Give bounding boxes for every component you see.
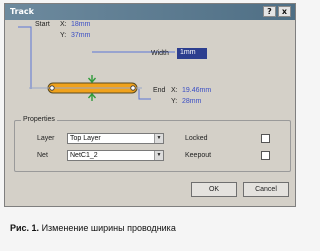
end-y-value[interactable]: 28mm	[182, 98, 201, 105]
start-x-label: X:	[60, 21, 67, 28]
end-x-value[interactable]: 19.46mm	[182, 87, 211, 94]
track-dialog: Track ? x Start X: 18mm Y: 37mm Width 1m…	[4, 3, 296, 207]
ok-button[interactable]: OK	[191, 182, 237, 197]
chevron-down-icon[interactable]: ▼	[154, 134, 163, 143]
close-button[interactable]: x	[278, 6, 291, 17]
track-end-handle	[130, 85, 136, 91]
start-label: Start	[35, 21, 50, 28]
properties-title: Properties	[21, 116, 57, 123]
locked-label: Locked	[185, 135, 208, 142]
figure-caption-text: Изменение ширины проводника	[41, 223, 176, 233]
properties-group: Properties Layer Top Layer ▼ Net NetC1_2…	[14, 116, 291, 172]
layer-label: Layer	[37, 135, 55, 142]
net-select-value: NetC1_2	[70, 152, 98, 159]
cancel-button[interactable]: Cancel	[243, 182, 289, 197]
end-x-label: X:	[171, 87, 178, 94]
help-button[interactable]: ?	[263, 6, 276, 17]
chevron-down-icon[interactable]: ▼	[154, 151, 163, 160]
layer-select-value: Top Layer	[70, 135, 101, 142]
end-y-label: Y:	[171, 98, 178, 105]
start-guide-line	[18, 26, 32, 89]
start-x-value[interactable]: 18mm	[71, 21, 90, 28]
end-guide-line	[138, 89, 151, 100]
figure-caption: Рис. 1. Изменение ширины проводника	[10, 223, 176, 233]
width-field[interactable]: 1mm	[177, 48, 207, 59]
figure-caption-prefix: Рис. 1.	[10, 223, 40, 233]
keepout-checkbox[interactable]	[261, 151, 270, 160]
layer-select[interactable]: Top Layer ▼	[67, 133, 164, 144]
start-y-label: Y:	[60, 32, 67, 39]
track-start-handle	[49, 85, 55, 91]
dialog-title: Track	[10, 7, 34, 16]
end-label: End	[153, 87, 166, 94]
keepout-label: Keepout	[185, 152, 212, 159]
locked-checkbox[interactable]	[261, 134, 270, 143]
start-y-value[interactable]: 37mm	[71, 32, 90, 39]
dialog-titlebar: Track ? x	[5, 4, 295, 20]
net-label: Net	[37, 152, 48, 159]
net-select[interactable]: NetC1_2 ▼	[67, 150, 164, 161]
width-label: Width	[151, 50, 169, 57]
